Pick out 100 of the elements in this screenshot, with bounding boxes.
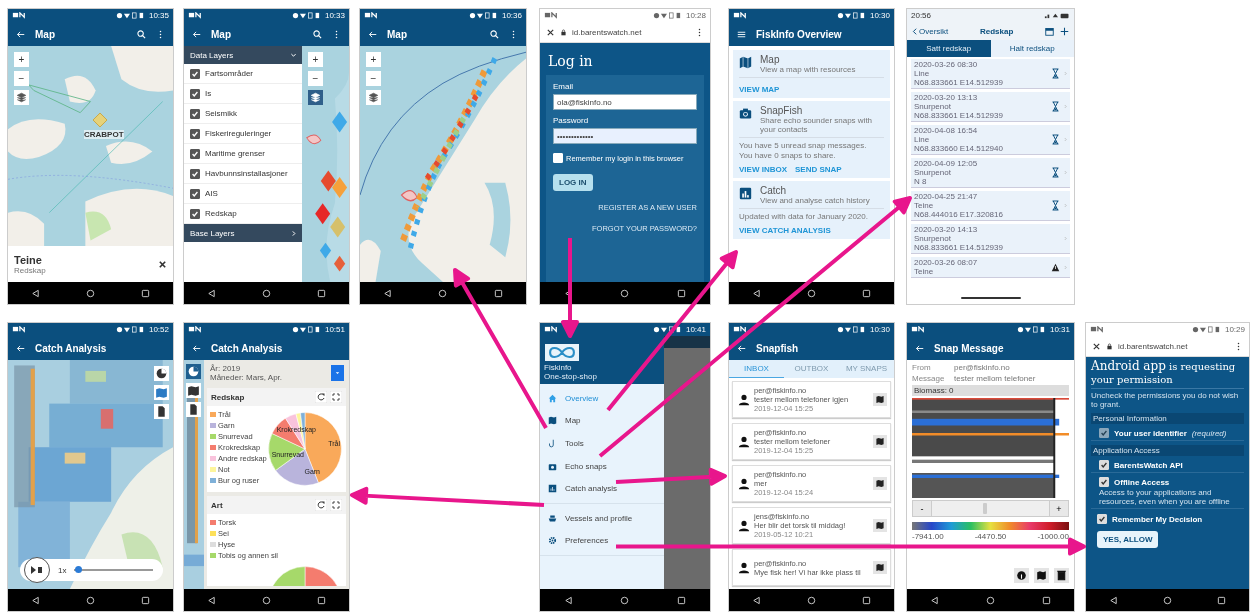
home-icon[interactable] — [620, 595, 630, 605]
layers-icon[interactable] — [366, 90, 381, 105]
menu-icon[interactable] — [737, 29, 746, 39]
back-icon[interactable] — [31, 288, 40, 298]
search-icon[interactable] — [490, 29, 499, 39]
recents-icon[interactable] — [862, 595, 871, 605]
gear-record[interactable]: 2020-04-25 21:47 Teine N68.444016 E17.320816 — [911, 191, 1070, 221]
layer-item[interactable]: Fartsområder — [184, 64, 302, 84]
refresh-icon[interactable] — [315, 499, 327, 511]
pie-chart-icon[interactable] — [154, 366, 169, 381]
delete-icon[interactable] — [1054, 568, 1069, 583]
back-arrow-icon[interactable] — [192, 29, 201, 39]
slider-thumb[interactable] — [982, 503, 987, 514]
recents-icon[interactable] — [677, 288, 687, 298]
layer-item[interactable]: AIS — [184, 184, 302, 204]
home-icon[interactable] — [807, 595, 816, 605]
back-icon[interactable] — [752, 595, 761, 605]
recents-icon[interactable] — [141, 595, 150, 605]
play-stop-button[interactable] — [24, 557, 50, 583]
gear-record[interactable]: 2020-04-08 16:54 Line N68.833660 E14.512940 — [911, 125, 1070, 155]
map-button[interactable] — [873, 435, 887, 448]
home-icon[interactable] — [438, 288, 448, 298]
recents-icon[interactable] — [317, 595, 326, 605]
recents-icon[interactable] — [317, 288, 326, 298]
checkbox[interactable] — [190, 108, 200, 119]
add-icon[interactable] — [1060, 26, 1069, 36]
home-icon[interactable] — [986, 595, 995, 605]
recents-icon[interactable] — [677, 595, 687, 605]
tab[interactable]: Halt redskap — [990, 40, 1074, 57]
map-button[interactable] — [873, 477, 887, 490]
gear-record[interactable]: 2020-03-20 13:13 Snurpenot N68.833661 E14.512939 — [911, 92, 1070, 122]
home-icon[interactable] — [86, 288, 95, 298]
back-arrow-icon[interactable] — [16, 29, 25, 39]
menu-item[interactable]: Vessels and profile — [540, 506, 664, 530]
back-icon[interactable] — [207, 595, 216, 605]
layer-item[interactable]: Maritime grenser — [184, 144, 302, 164]
checkbox[interactable] — [190, 88, 200, 99]
map-button[interactable] — [873, 519, 887, 532]
map-button[interactable] — [873, 561, 887, 574]
menu-item[interactable]: Tools — [540, 432, 664, 455]
zoom-out-button[interactable]: − — [366, 71, 381, 86]
home-icon[interactable] — [262, 288, 271, 298]
marker-icon[interactable] — [92, 112, 108, 128]
home-icon[interactable] — [620, 288, 630, 298]
checkbox[interactable] — [190, 168, 200, 179]
zoom-slider[interactable] — [931, 501, 1050, 516]
search-icon[interactable] — [137, 29, 146, 39]
login-button[interactable]: LOG IN — [553, 174, 593, 191]
menu-item[interactable]: Catch analysis — [540, 477, 664, 500]
back-icon[interactable] — [563, 595, 573, 605]
menu-item[interactable]: Preferences — [540, 529, 664, 553]
checkbox[interactable] — [190, 188, 200, 199]
zoom-in-button[interactable]: + — [14, 52, 29, 67]
home-icon[interactable] — [262, 595, 271, 605]
back-link[interactable]: Oversikt — [912, 26, 949, 36]
back-arrow-icon[interactable] — [16, 343, 25, 353]
zoom-out-button[interactable]: − — [14, 71, 29, 86]
zoom-in-button[interactable]: + — [308, 52, 323, 67]
menu-item[interactable]: Map — [540, 409, 664, 433]
layer-item[interactable]: Seismikk — [184, 104, 302, 124]
recents-icon[interactable] — [862, 288, 871, 298]
zoom-in-button[interactable]: + — [366, 52, 381, 67]
layers-icon[interactable] — [14, 90, 29, 105]
menu-item[interactable]: Echo snaps — [540, 454, 664, 478]
zoom-out-button[interactable]: − — [308, 71, 323, 86]
back-icon[interactable] — [930, 595, 940, 605]
back-arrow-icon[interactable] — [192, 343, 201, 353]
checkbox[interactable] — [190, 208, 200, 219]
expand-icon[interactable] — [330, 499, 342, 511]
map-icon[interactable] — [1034, 568, 1049, 583]
layer-item[interactable]: Is — [184, 84, 302, 104]
recents-icon[interactable] — [493, 288, 503, 298]
recents-icon[interactable] — [1217, 595, 1227, 605]
home-icon[interactable] — [807, 288, 816, 298]
recents-icon[interactable] — [1041, 595, 1051, 605]
expand-icon[interactable] — [330, 391, 342, 403]
document-icon[interactable] — [186, 402, 201, 417]
back-icon[interactable] — [207, 288, 216, 298]
gear-record[interactable]: 2020-03-20 14:13 Snurpenot N68.833661 E14.512939 — [911, 224, 1070, 254]
back-arrow-icon[interactable] — [737, 343, 746, 353]
recents-icon[interactable] — [141, 288, 150, 298]
map-icon[interactable] — [186, 383, 201, 398]
slider-thumb[interactable] — [75, 566, 83, 573]
home-icon[interactable] — [1163, 595, 1172, 605]
back-icon[interactable] — [31, 595, 40, 605]
gear-record[interactable]: 2020-03-26 08:07 Teine — [911, 257, 1070, 278]
calendar-icon[interactable] — [1045, 26, 1054, 36]
tab[interactable]: Satt redskap — [907, 40, 991, 57]
section-header[interactable]: Data Layers — [184, 46, 302, 64]
refresh-icon[interactable] — [315, 391, 327, 403]
close-icon[interactable] — [158, 259, 167, 269]
document-icon[interactable] — [154, 404, 169, 419]
checkbox[interactable] — [190, 148, 200, 159]
section-header[interactable]: Base Layers — [184, 224, 302, 242]
back-icon[interactable] — [1108, 595, 1118, 605]
checkbox[interactable] — [190, 68, 200, 79]
allow-button[interactable]: YES, ALLOW — [1097, 531, 1159, 548]
back-arrow-icon[interactable] — [368, 29, 377, 39]
checkbox[interactable] — [190, 128, 200, 139]
back-icon[interactable] — [752, 288, 761, 298]
